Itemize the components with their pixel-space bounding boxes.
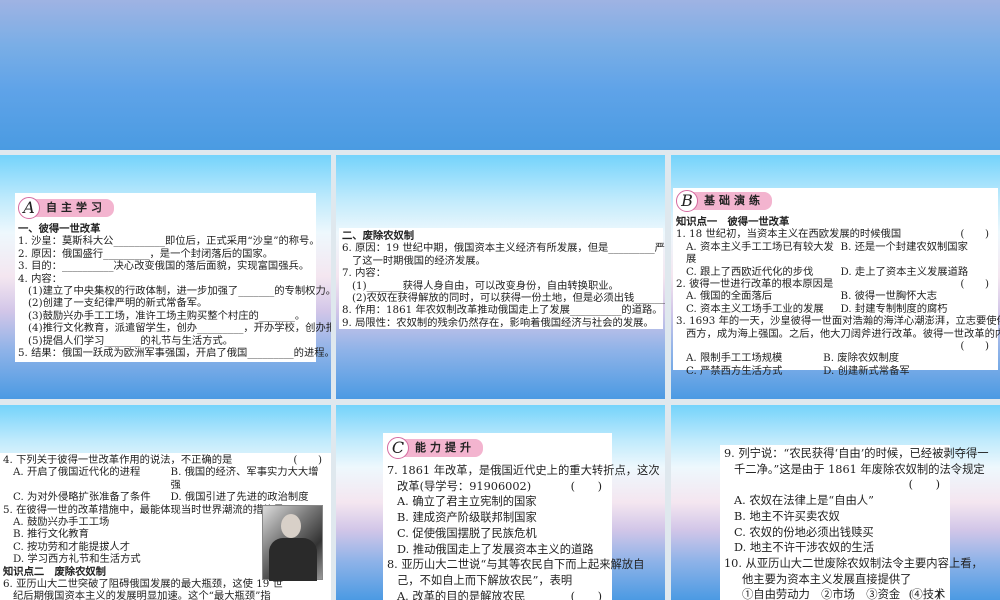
question-3: 3. 1693 年的一天，沙皇彼得一世面对浩瀚的海洋心潮澎湃，立志要使俄国面向 (676, 315, 1000, 328)
peter-the-great-portrait (262, 505, 323, 581)
badge-title: 能力提升 (403, 439, 483, 457)
option[interactable]: D. 封建专制制度的腐朽 (841, 303, 996, 315)
content-box: A 自主学习 一、彼得一世改革 1. 沙皇：莫斯科大公__________即位后，… (15, 193, 331, 362)
slide-questions-4-6: 4. 下列关于彼得一世改革作用的说法，不正确的是( ) A. 开启了俄国近代化的… (0, 405, 331, 600)
answer-blank[interactable]: ( ) (293, 454, 328, 466)
option[interactable]: A. 资本主义手工工场已有较大发展 (686, 241, 841, 266)
question-9: 9. 列宁说：“农民获得‘自由’的时候，已经被剥夺得一 (724, 447, 989, 460)
option[interactable]: D. 地主不许干涉农奴的生活 (724, 540, 946, 556)
text-line: 了这一时期俄国的经济发展。 (352, 254, 486, 267)
content-box: 二、废除农奴制 6. 原因：19 世纪中期，俄国资本主义经济有所发展，但是___… (339, 228, 665, 329)
text-line: 西方，成为海上强国。之后，他大刀阔斧进行改革。彼得一世改革的内容有 (686, 327, 1000, 340)
section-badge-a: A 自主学习 (18, 197, 313, 219)
text-line: 他主要为资本主义发展直接提供了 (742, 572, 912, 586)
text-line: 7. 内容： (342, 267, 386, 280)
option[interactable]: B. 地主不许买卖农奴 (724, 509, 946, 525)
text-line: 2. 原因：俄国盛行_________，是一个封闭落后的国家。 (18, 247, 274, 260)
text-line: 6. 原因：19 世纪中期，俄国资本主义经济有所发展，但是_________严重… (342, 242, 665, 255)
text-line: 己，不如自上而下解放农民”，表明 (397, 573, 573, 587)
option[interactable]: B. 废除农奴制度 (823, 352, 960, 364)
top-banner (0, 0, 1000, 150)
text-line: (1)_______获得人身自由，可以改变身份，自由转换职业。 (352, 279, 619, 292)
section-heading: 一、彼得一世改革 (18, 223, 101, 235)
option[interactable]: D. 创建新式常备军 (823, 365, 960, 377)
section-heading: 二、废除农奴制 (342, 230, 415, 242)
option[interactable]: C. 农奴的份地必须出钱赎买 (724, 525, 946, 541)
answer-blank[interactable]: ( ) (960, 228, 995, 240)
option[interactable]: B. 还是一个封建农奴制国家 (841, 241, 996, 266)
badge-title: 自主学习 (34, 199, 114, 217)
slide-basic-practice: B 基础演练 知识点一 彼得一世改革 1. 18 世纪初，当资本主义在西欧发展的时… (671, 155, 1000, 399)
option[interactable]: A. 开启了俄国近代化的进程 (13, 466, 171, 491)
option[interactable]: C. 严禁西方生活方式 (686, 365, 823, 377)
option[interactable]: B. 建成资产阶级联邦制国家 (387, 510, 608, 526)
section-badge-b: B 基础演练 (676, 190, 995, 212)
badge-title: 基础演练 (692, 192, 772, 210)
text-line: (1)建立了中央集权的行政体制，进一步加强了_______的专制权力。 (28, 285, 331, 298)
text-line: 千二净。”这是由于 1861 年废除农奴制的法令规定 (734, 462, 985, 476)
slide-self-study: A 自主学习 一、彼得一世改革 1. 沙皇：莫斯科大公__________即位后，… (0, 155, 331, 399)
option[interactable]: B. 彼得一世胸怀大志 (841, 290, 996, 302)
text-line: 纪后期俄国资本主义的发展明显加速。这个“最大瓶颈”指 (13, 590, 271, 600)
question-1: 1. 18 世纪初，当资本主义在西欧发展的时候俄国( ) (676, 228, 995, 240)
text-line: 5. 结果：俄国一跃成为欧洲军事强国，开启了俄国_________的进程。 (18, 347, 331, 360)
option[interactable]: B. 俄国的经济、军事实力大大增强 (171, 466, 329, 491)
text-line: 3. 目的：__________决心改变俄国的落后面貌，实现富国强兵。 (18, 260, 310, 273)
option[interactable]: D. 推动俄国走上了发展资本主义的道路 (387, 542, 608, 558)
badge-letter: B (676, 190, 698, 212)
option[interactable]: C. 资本主义工场手工业的发展 (686, 303, 841, 315)
answer-blank[interactable]: ( ) (571, 589, 608, 600)
question-8: 8. 亚历山大二世说“与其等农民自下而上起来解放自 (387, 558, 645, 572)
text-line: (5)提倡人们学习_______的礼节与生活方式。 (28, 334, 234, 347)
text-line: 4. 内容： (18, 272, 62, 285)
option-list: ①自由劳动力 ②市场 ③资金 ④技术 (742, 588, 946, 600)
question-4: 4. 下列关于彼得一世改革作用的说法，不正确的是( ) (3, 454, 328, 466)
section-heading: 知识点一 彼得一世改革 (676, 216, 790, 228)
option[interactable]: D. 俄国引进了先进的政治制度 (171, 491, 329, 503)
option[interactable]: D. 走上了资本主义发展道路 (841, 266, 996, 278)
option[interactable]: A. 农奴在法律上是“自由人” (724, 493, 946, 509)
slide-ability-improvement: C 能力提升 7. 1861 年改革，是俄国近代史上的重大转折点，这次 改革(导学… (336, 405, 665, 600)
text-line: (2)创建了一支纪律严明的新式常备军。 (28, 297, 208, 310)
text-line: 改革(导学号：91906002) (397, 479, 532, 493)
option[interactable]: C. 为对外侵略扩张准备了条件 (13, 491, 171, 503)
text-line: (3)鼓励兴办手工工场，准许工场主购买整个村庄的_______。 (28, 309, 306, 322)
content-box: B 基础演练 知识点一 彼得一世改革 1. 18 世纪初，当资本主义在西欧发展的时… (673, 188, 1000, 377)
option[interactable]: C. 跟上了西欧近代化的步伐 (686, 266, 841, 278)
text-line: (4)推行文化教育，派遣留学生，创办_________，开办学校，创办报纸。 (28, 322, 331, 335)
content-box: 9. 列宁说：“农民获得‘自由’的时候，已经被剥夺得一 千二净。”这是由于 18… (720, 445, 989, 600)
answer-blank[interactable]: ( ) (909, 477, 946, 493)
question-2: 2. 彼得一世进行改革的根本原因是( ) (676, 278, 995, 290)
option[interactable]: A. 确立了君主立宪制的国家 (387, 494, 608, 510)
content-box: C 能力提升 7. 1861 年改革，是俄国近代史上的重大转折点，这次 改革(导学… (383, 433, 660, 600)
text-line: 9. 局限性：农奴制的残余仍然存在，影响着俄国经济与社会的发展。 (342, 316, 654, 329)
option[interactable]: C. 促使俄国摆脱了民族危机 (387, 526, 608, 542)
badge-letter: C (387, 437, 409, 459)
answer-blank[interactable]: ( ) (571, 479, 608, 495)
answer-blank[interactable]: ( ) (960, 278, 995, 290)
slide-serfdom: 二、废除农奴制 6. 原因：19 世纪中期，俄国资本主义经济有所发展，但是___… (336, 155, 665, 399)
question-10: 10. 从亚历山大二世废除农奴制法令主要内容上看， (724, 556, 983, 570)
question-7: 7. 1861 年改革，是俄国近代史上的重大转折点，这次 (387, 464, 660, 477)
option[interactable]: A. 限制手工工场规模 (686, 352, 823, 364)
text-line: (2)农奴在获得解放的同时，可以获得一份土地，但是必须出钱_______。 (352, 292, 665, 305)
section-badge-c: C 能力提升 (387, 437, 608, 459)
slide-questions-9-10: 9. 列宁说：“农民获得‘自由’的时候，已经被剥夺得一 千二净。”这是由于 18… (671, 405, 1000, 600)
text-line: 1. 沙皇：莫斯科大公__________即位后，正式采用“沙皇”的称号。 (18, 235, 320, 248)
option[interactable]: A. 俄国的全面落后 (686, 290, 841, 302)
badge-letter: A (18, 197, 40, 219)
text-line: 8. 作用：1861 年农奴制改革推动俄国走上了发展__________的道路。 (342, 304, 663, 317)
answer-blank[interactable]: ( ) (960, 340, 995, 352)
